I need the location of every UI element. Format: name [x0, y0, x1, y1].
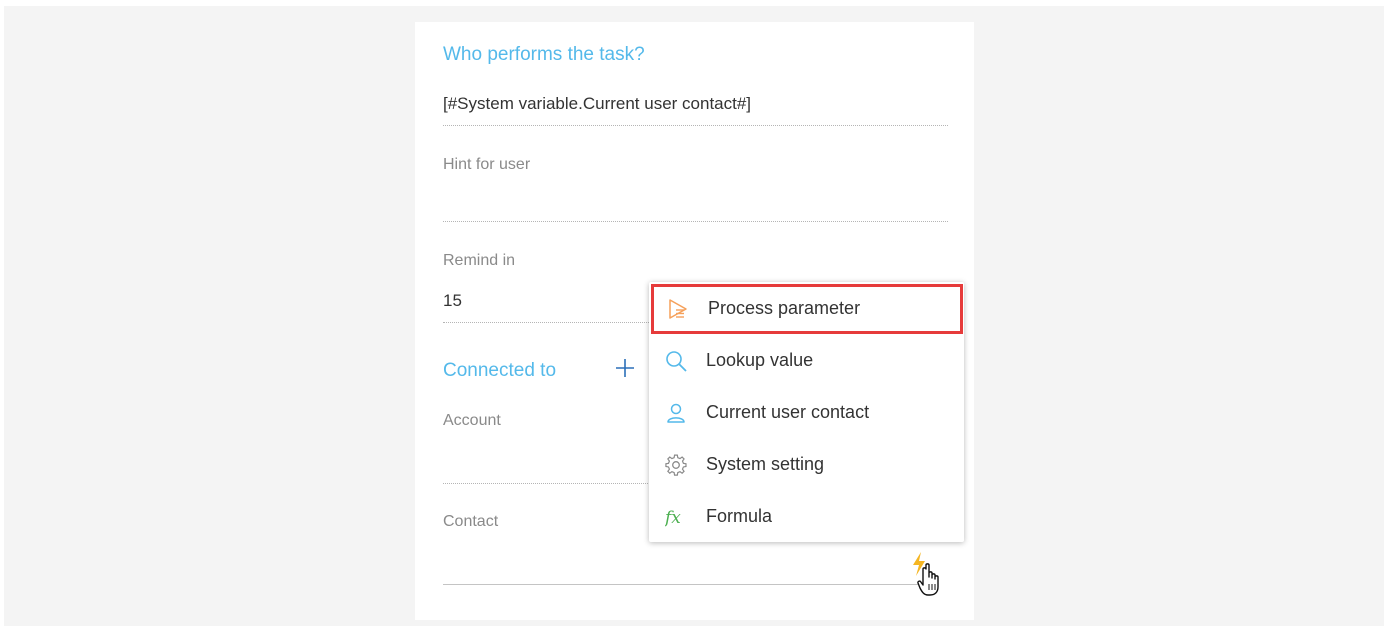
menu-item-formula[interactable]: fx Formula	[649, 492, 964, 542]
add-connection-icon[interactable]	[614, 357, 636, 379]
user-icon	[665, 402, 687, 424]
menu-item-lookup-value[interactable]: Lookup value	[649, 336, 964, 386]
performer-field[interactable]: [#System variable.Current user contact#]	[443, 94, 751, 114]
performer-field-underline	[443, 125, 948, 126]
menu-item-label: Current user contact	[706, 402, 870, 422]
menu-item-current-user-contact[interactable]: Current user contact	[649, 388, 964, 438]
menu-item-system-setting[interactable]: System setting	[649, 440, 964, 490]
remind-field-underline	[443, 322, 653, 323]
svg-text:fx: fx	[665, 508, 681, 528]
remind-label: Remind in	[443, 252, 516, 269]
menu-item-label: Process parameter	[708, 298, 861, 318]
value-source-menu: Process parameter Lookup value Current u…	[649, 282, 964, 542]
hint-field-underline	[443, 221, 948, 222]
menu-item-label: Formula	[706, 506, 773, 526]
hint-label: Hint for user	[443, 156, 531, 173]
connected-title: Connected to	[443, 360, 557, 381]
menu-item-process-parameter[interactable]: Process parameter	[651, 284, 963, 334]
hand-cursor-icon	[917, 562, 945, 598]
menu-item-label: Lookup value	[706, 350, 814, 370]
contact-label: Contact	[443, 513, 499, 530]
process-parameter-icon	[667, 298, 689, 320]
gear-icon	[665, 454, 687, 476]
performer-title: Who performs the task?	[443, 44, 645, 65]
formula-icon: fx	[663, 506, 687, 528]
remind-field[interactable]: 15	[443, 291, 462, 311]
contact-field-underline	[443, 584, 923, 585]
menu-item-label: System setting	[706, 454, 825, 474]
search-icon	[665, 350, 687, 372]
account-label: Account	[443, 412, 501, 429]
